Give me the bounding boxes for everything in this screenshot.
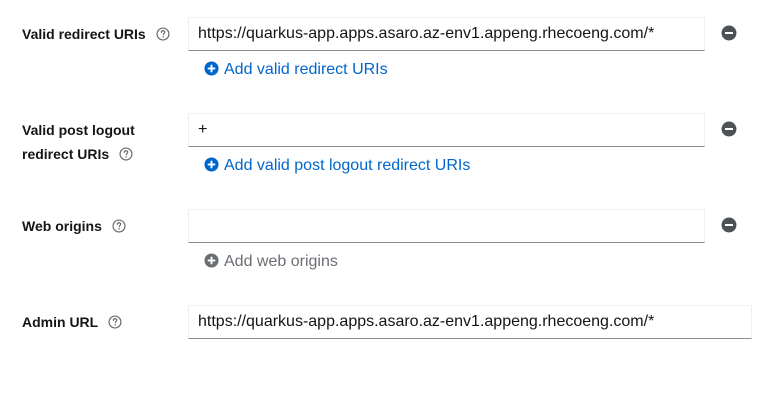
valid-redirect-uris-label-text: Valid redirect URIs xyxy=(22,26,146,42)
admin-url-input[interactable] xyxy=(188,305,752,339)
help-icon[interactable] xyxy=(156,27,170,41)
remove-web-origin-button[interactable] xyxy=(721,217,737,233)
remove-post-logout-uri-button[interactable] xyxy=(721,121,737,137)
remove-redirect-uri-button[interactable] xyxy=(721,25,737,41)
add-web-origin-button[interactable]: Add web origins xyxy=(204,252,338,272)
valid-redirect-uri-input[interactable] xyxy=(188,17,705,51)
plus-circle-icon xyxy=(204,157,219,172)
valid-post-logout-label-line2: redirect URIs xyxy=(22,146,110,162)
admin-url-label: Admin URL xyxy=(22,310,122,334)
help-icon[interactable] xyxy=(108,315,122,329)
admin-url-label-text: Admin URL xyxy=(22,314,98,330)
web-origin-input[interactable] xyxy=(188,209,705,243)
valid-post-logout-label: Valid post logout xyxy=(22,118,135,142)
plus-circle-icon xyxy=(204,61,219,76)
web-origins-label: Web origins xyxy=(22,214,126,238)
add-valid-redirect-uri-label: Add valid redirect URIs xyxy=(224,61,388,78)
valid-post-logout-label-line1: Valid post logout xyxy=(22,122,135,138)
add-valid-post-logout-uri-label: Add valid post logout redirect URIs xyxy=(224,157,471,174)
client-access-settings: Valid redirect URIs Add valid redirect U… xyxy=(0,0,767,400)
valid-redirect-uris-label: Valid redirect URIs xyxy=(22,22,170,46)
plus-circle-icon xyxy=(204,253,219,268)
web-origins-label-text: Web origins xyxy=(22,218,102,234)
add-valid-post-logout-uri-button[interactable]: Add valid post logout redirect URIs xyxy=(204,156,470,176)
valid-post-logout-label-second-line: redirect URIs xyxy=(22,142,133,166)
help-icon[interactable] xyxy=(112,219,126,233)
add-valid-redirect-uri-button[interactable]: Add valid redirect URIs xyxy=(204,60,388,80)
valid-post-logout-uri-input[interactable] xyxy=(188,113,705,147)
help-icon[interactable] xyxy=(119,147,133,161)
add-web-origin-label: Add web origins xyxy=(224,253,338,270)
